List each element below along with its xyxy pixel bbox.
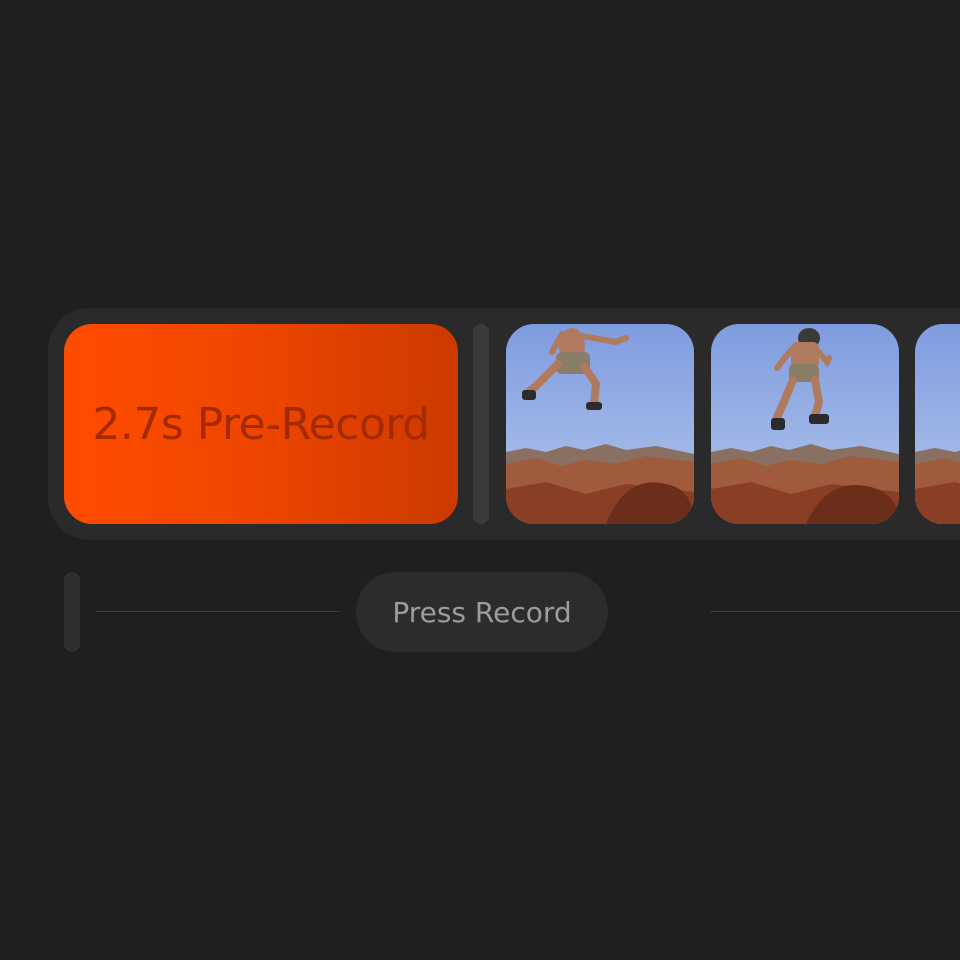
prerecord-label: 2.7s Pre-Record [92, 398, 430, 450]
guide-line-right [710, 611, 960, 612]
playhead-handle[interactable] [64, 572, 80, 652]
video-frame-thumbnail[interactable] [915, 324, 960, 524]
prerecord-segment[interactable]: 2.7s Pre-Record [64, 324, 458, 524]
frame-image [711, 324, 899, 524]
frame-image [506, 324, 694, 524]
video-frame-thumbnail[interactable] [711, 324, 899, 524]
app-canvas: 2.7s Pre-Record Press Record [0, 0, 960, 960]
video-frame-thumbnail[interactable] [506, 324, 694, 524]
guide-line-left [96, 611, 340, 612]
frame-image [915, 324, 960, 524]
timeline-divider-handle[interactable] [473, 324, 489, 524]
press-record-hint[interactable]: Press Record [356, 572, 608, 652]
